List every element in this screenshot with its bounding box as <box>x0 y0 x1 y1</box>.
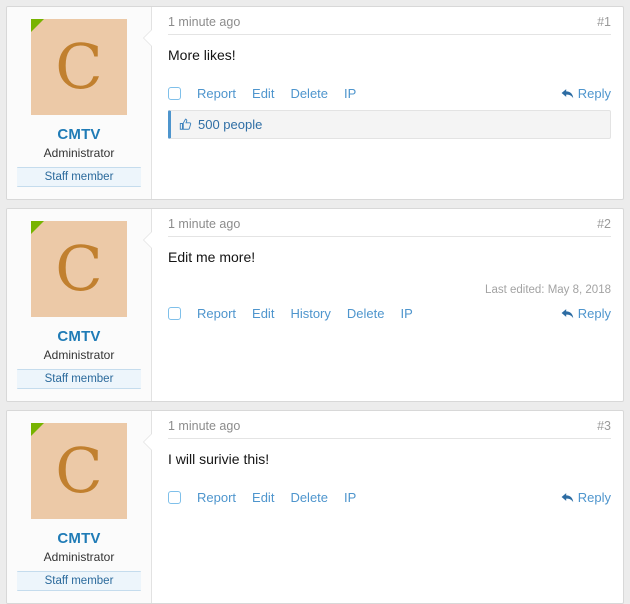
username-link[interactable]: CMTV <box>17 126 141 143</box>
ip-link[interactable]: IP <box>344 86 356 101</box>
reply-button[interactable]: Reply <box>561 306 611 321</box>
post-message: 1 minute ago #1 More likes! Report Edit … <box>143 7 623 199</box>
post-header: 1 minute ago #2 <box>168 217 611 237</box>
user-title: Administrator <box>43 550 115 564</box>
delete-link[interactable]: Delete <box>290 490 328 505</box>
post-action-links: Report Edit History Delete IP <box>197 306 561 321</box>
post-article: C CMTV Administrator Staff member 1 minu… <box>6 6 624 200</box>
post-select-checkbox[interactable] <box>168 491 181 504</box>
reply-label: Reply <box>577 306 611 321</box>
post-message: 1 minute ago #2 Edit me more! Last edite… <box>143 209 623 401</box>
post-user-block: C CMTV Administrator Staff member <box>7 209 152 401</box>
post-action-links: Report Edit Delete IP <box>197 86 561 101</box>
edit-link[interactable]: Edit <box>252 306 274 321</box>
post-arrow-inner-icon <box>144 29 153 47</box>
delete-link[interactable]: Delete <box>347 306 385 321</box>
post-date-link[interactable]: 1 minute ago <box>168 419 240 433</box>
reply-arrow-icon <box>561 88 574 100</box>
post-footer: Report Edit Delete IP Reply <box>168 76 611 101</box>
post-arrow-inner-icon <box>144 231 153 249</box>
post-body-text: Edit me more! <box>168 249 256 265</box>
staff-member-badge: Staff member <box>17 571 141 591</box>
avatar-letter: C <box>31 423 127 519</box>
post-date-link[interactable]: 1 minute ago <box>168 217 240 231</box>
online-status-icon <box>31 221 44 234</box>
post-user-block: C CMTV Administrator Staff member <box>7 411 152 603</box>
post-article: C CMTV Administrator Staff member 1 minu… <box>6 208 624 402</box>
delete-link[interactable]: Delete <box>290 86 328 101</box>
post-number-link[interactable]: #1 <box>597 15 611 29</box>
avatar[interactable]: C <box>31 423 127 519</box>
post-body-text: I will surivie this! <box>168 451 270 467</box>
post-number-link[interactable]: #2 <box>597 217 611 231</box>
avatar-letter: C <box>31 19 127 115</box>
post-body-text: More likes! <box>168 47 236 63</box>
ip-link[interactable]: IP <box>400 306 412 321</box>
post-select-checkbox[interactable] <box>168 87 181 100</box>
report-link[interactable]: Report <box>197 306 236 321</box>
post-header: 1 minute ago #1 <box>168 15 611 35</box>
reply-arrow-icon <box>561 492 574 504</box>
online-status-icon <box>31 19 44 32</box>
post-last-edited: Last edited: May 8, 2018 <box>485 284 611 296</box>
thumbs-up-icon <box>179 118 192 131</box>
staff-member-badge: Staff member <box>17 167 141 187</box>
reply-arrow-icon <box>561 308 574 320</box>
post-action-links: Report Edit Delete IP <box>197 490 561 505</box>
reply-button[interactable]: Reply <box>561 490 611 505</box>
user-title: Administrator <box>43 348 115 362</box>
report-link[interactable]: Report <box>197 490 236 505</box>
post-likes-bar[interactable]: 500 people <box>168 110 611 139</box>
reply-label: Reply <box>577 86 611 101</box>
reply-label: Reply <box>577 490 611 505</box>
staff-member-badge: Staff member <box>17 369 141 389</box>
report-link[interactable]: Report <box>197 86 236 101</box>
username-link[interactable]: CMTV <box>17 328 141 345</box>
post-footer: Report Edit Delete IP Reply <box>168 480 611 505</box>
post-message: 1 minute ago #3 I will surivie this! Rep… <box>143 411 623 603</box>
reply-button[interactable]: Reply <box>561 86 611 101</box>
ip-link[interactable]: IP <box>344 490 356 505</box>
thread-post-list: C CMTV Administrator Staff member 1 minu… <box>0 6 630 604</box>
edit-link[interactable]: Edit <box>252 490 274 505</box>
avatar-letter: C <box>31 221 127 317</box>
online-status-icon <box>31 423 44 436</box>
history-link[interactable]: History <box>290 306 330 321</box>
post-number-link[interactable]: #3 <box>597 419 611 433</box>
edit-link[interactable]: Edit <box>252 86 274 101</box>
post-article: C CMTV Administrator Staff member 1 minu… <box>6 410 624 604</box>
avatar[interactable]: C <box>31 221 127 317</box>
post-select-checkbox[interactable] <box>168 307 181 320</box>
post-footer: Report Edit History Delete IP Reply <box>168 296 611 321</box>
post-date-link[interactable]: 1 minute ago <box>168 15 240 29</box>
post-user-block: C CMTV Administrator Staff member <box>7 7 152 199</box>
username-link[interactable]: CMTV <box>17 530 141 547</box>
user-title: Administrator <box>43 146 115 160</box>
likes-count-text: 500 people <box>198 117 263 132</box>
post-arrow-inner-icon <box>144 433 153 451</box>
avatar[interactable]: C <box>31 19 127 115</box>
post-header: 1 minute ago #3 <box>168 419 611 439</box>
